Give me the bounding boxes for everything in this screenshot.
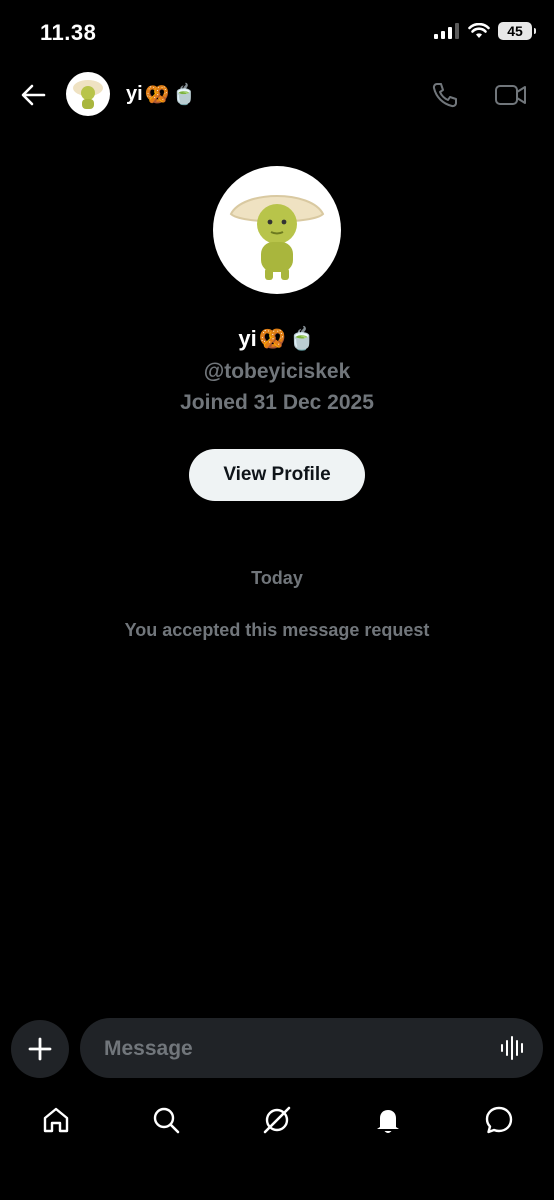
contact-name[interactable]: yi 🥨 🍵 bbox=[126, 82, 197, 107]
pretzel-emoji: 🥨 bbox=[144, 84, 170, 106]
profile-name: yi 🥨 🍵 bbox=[0, 326, 554, 352]
tea-emoji: 🍵 bbox=[171, 84, 197, 106]
contact-avatar[interactable] bbox=[66, 72, 110, 116]
avatar-character-icon bbox=[229, 195, 325, 280]
tab-home[interactable] bbox=[38, 1102, 74, 1138]
pretzel-emoji: 🥨 bbox=[258, 326, 287, 351]
phone-icon[interactable] bbox=[430, 80, 460, 110]
system-message: You accepted this message request bbox=[124, 620, 430, 640]
profile-name-text: yi bbox=[238, 326, 257, 351]
profile-handle: @tobeyiciskek bbox=[203, 360, 351, 383]
tab-grok[interactable] bbox=[259, 1102, 295, 1138]
date-separator: Today bbox=[251, 568, 303, 588]
tab-search[interactable] bbox=[148, 1102, 184, 1138]
video-camera-icon[interactable] bbox=[494, 80, 528, 110]
battery-indicator: 45 bbox=[498, 22, 536, 40]
contact-name-text: yi bbox=[126, 83, 143, 105]
wifi-icon bbox=[468, 23, 490, 38]
signal-icon bbox=[434, 23, 459, 39]
message-input[interactable] bbox=[102, 1018, 486, 1080]
tab-messages[interactable] bbox=[481, 1102, 517, 1138]
bell-icon bbox=[377, 1110, 399, 1133]
search-icon bbox=[153, 1107, 180, 1134]
back-arrow-icon[interactable] bbox=[18, 80, 48, 110]
add-attachment-button[interactable] bbox=[11, 1020, 69, 1078]
status-time: 11.38 bbox=[40, 20, 97, 45]
profile-avatar[interactable] bbox=[213, 166, 341, 294]
home-icon bbox=[43, 1107, 69, 1133]
messages-icon bbox=[485, 1106, 513, 1134]
grok-icon bbox=[263, 1106, 291, 1134]
tab-notifications[interactable] bbox=[370, 1102, 406, 1138]
avatar-character-icon bbox=[73, 80, 103, 109]
tea-emoji: 🍵 bbox=[288, 326, 316, 351]
view-profile-button[interactable]: View Profile bbox=[189, 449, 365, 501]
plus-icon bbox=[28, 1037, 52, 1061]
chat-header: yi 🥨 🍵 bbox=[0, 66, 554, 122]
status-icons: 45 bbox=[434, 22, 536, 40]
voice-waveform-icon[interactable] bbox=[499, 1034, 527, 1062]
profile-joined-date: Joined 31 Dec 2025 bbox=[180, 391, 374, 414]
message-composer bbox=[80, 1018, 543, 1080]
